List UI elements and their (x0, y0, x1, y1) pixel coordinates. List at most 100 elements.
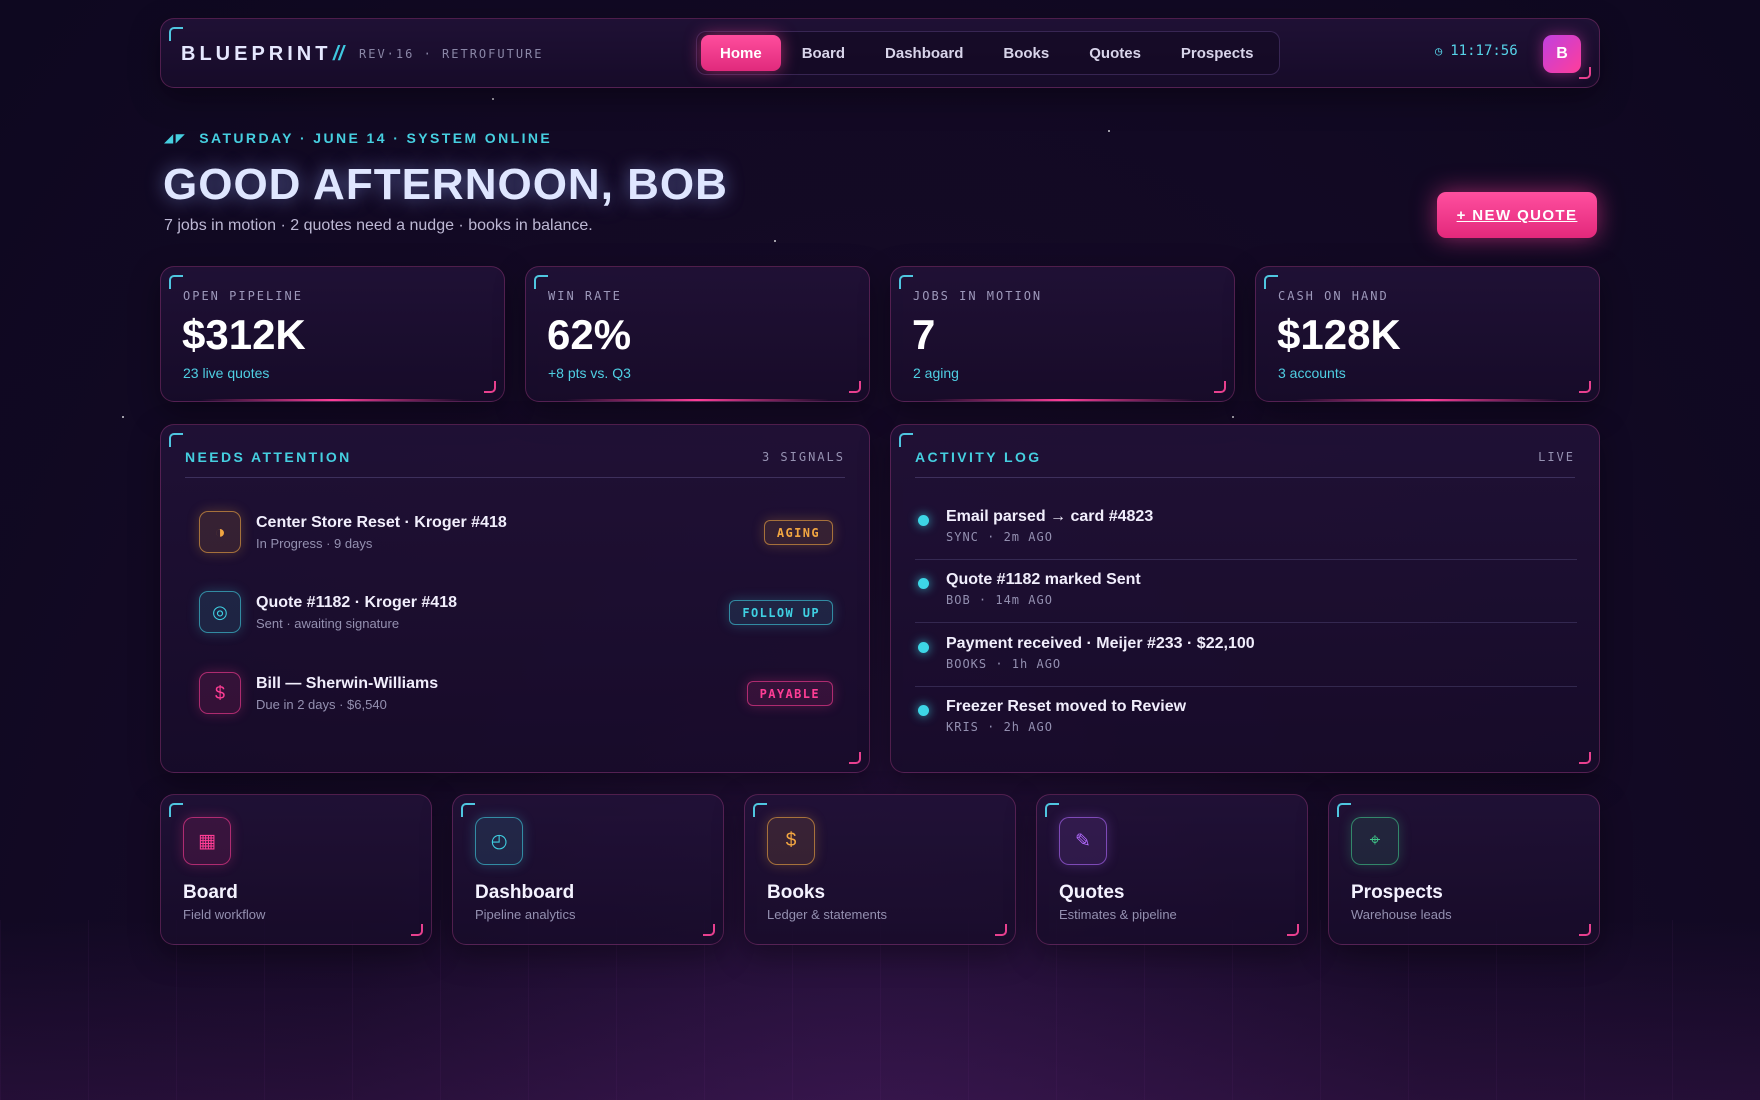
board-grid-icon: ▦ (183, 817, 231, 865)
attention-item[interactable]: $ Bill — Sherwin-Williams Due in 2 days … (199, 671, 833, 715)
dashboard-gauge-icon: ◴ (475, 817, 523, 865)
attention-item-subtitle: In Progress · 9 days (256, 536, 373, 551)
activity-item[interactable]: Email parsed → card #4823 SYNC · 2m AGO (915, 497, 1577, 560)
kpi-card-jobs-in-motion: JOBS IN MOTION 7 2 aging (890, 266, 1235, 402)
corner-accent (849, 381, 861, 393)
corner-accent (1579, 67, 1591, 79)
nav-home[interactable]: Home (701, 35, 781, 71)
activity-title: Payment received · Meijer #233 · $22,100 (946, 635, 1255, 652)
activity-meta: BOOKS · 1h AGO (946, 657, 1062, 671)
tile-subtitle: Ledger & statements (767, 907, 887, 922)
status-dot-icon (918, 578, 929, 589)
new-quote-button[interactable]: + NEW QUOTE (1437, 192, 1597, 238)
nav-books[interactable]: Books (984, 35, 1068, 71)
corner-accent (1579, 924, 1591, 936)
activity-title: Email parsed → card #4823 (946, 508, 1154, 525)
activity-item[interactable]: Payment received · Meijer #233 · $22,100… (915, 624, 1577, 687)
kpi-value: $128K (1277, 311, 1401, 358)
activity-meta: BOB · 14m AGO (946, 593, 1053, 607)
kpi-value: $312K (182, 311, 306, 358)
tile-board[interactable]: ▦ Board Field workflow (160, 794, 432, 945)
top-navbar: BLUEPRINT // REV·16 · RETROFUTURE Home B… (160, 18, 1600, 88)
status-badge: FOLLOW UP (729, 600, 833, 625)
kpi-glow-line (566, 399, 829, 401)
status-badge: AGING (763, 520, 833, 545)
corner-accent (1287, 924, 1299, 936)
nav-quotes[interactable]: Quotes (1070, 35, 1160, 71)
background-star (1108, 130, 1110, 132)
dateline-text: SATURDAY · JUNE 14 · SYSTEM ONLINE (199, 130, 553, 146)
page-subtitle: 7 jobs in motion · 2 quotes need a nudge… (164, 217, 593, 234)
corner-accent (995, 924, 1007, 936)
nav-prospects[interactable]: Prospects (1162, 35, 1273, 71)
attention-item-subtitle: Due in 2 days · $6,540 (256, 697, 387, 712)
attention-item[interactable]: ◎ Quote #1182 · Kroger #418 Sent · await… (199, 590, 833, 634)
tile-subtitle: Pipeline analytics (475, 907, 576, 922)
attention-item-title: Bill — Sherwin-Williams (256, 675, 439, 692)
kpi-subtext: 3 accounts (1278, 365, 1346, 381)
activity-item[interactable]: Quote #1182 marked Sent BOB · 14m AGO (915, 560, 1577, 623)
kpi-subtext: +8 pts vs. Q3 (548, 365, 631, 381)
system-clock: ◷ 11:17:56 (1435, 43, 1518, 59)
attention-item[interactable]: ◑ Center Store Reset · Kroger #418 In Pr… (199, 510, 833, 554)
tile-books[interactable]: $ Books Ledger & statements (744, 794, 1016, 945)
kpi-glow-line (1296, 399, 1559, 401)
corner-accent (534, 275, 548, 289)
background-star (774, 240, 776, 242)
corner-accent (461, 803, 475, 817)
corner-accent (753, 803, 767, 817)
attention-item-title: Center Store Reset · Kroger #418 (256, 514, 507, 531)
corner-accent (1337, 803, 1351, 817)
brand-slash: // (333, 43, 345, 65)
dateline: ◢◤ SATURDAY · JUNE 14 · SYSTEM ONLINE (164, 130, 552, 146)
tile-prospects[interactable]: ⌖ Prospects Warehouse leads (1328, 794, 1600, 945)
live-indicator: LIVE (1538, 450, 1575, 464)
user-avatar[interactable]: B (1543, 35, 1581, 73)
activity-meta: SYNC · 2m AGO (946, 530, 1053, 544)
background-grid-floor (0, 920, 1760, 1100)
kpi-glow-line (931, 399, 1194, 401)
tile-quotes[interactable]: ✎ Quotes Estimates & pipeline (1036, 794, 1308, 945)
tile-subtitle: Field workflow (183, 907, 266, 922)
nav-dashboard[interactable]: Dashboard (866, 35, 982, 71)
status-dot-icon (918, 515, 929, 526)
clock-icon: ◷ (1435, 44, 1443, 58)
activity-item[interactable]: Freezer Reset moved to Review KRIS · 2h … (915, 687, 1577, 750)
tile-subtitle: Warehouse leads (1351, 907, 1452, 922)
corner-accent (703, 924, 715, 936)
kpi-value: 62% (547, 311, 632, 358)
corner-accent (849, 752, 861, 764)
kpi-glow-line (201, 399, 464, 401)
activity-title: Freezer Reset moved to Review (946, 698, 1187, 715)
brand-logo[interactable]: BLUEPRINT (181, 43, 331, 66)
divider (915, 477, 1575, 478)
main-nav: Home Board Dashboard Books Quotes Prospe… (696, 31, 1280, 75)
divider (185, 477, 845, 478)
corner-accent (1579, 381, 1591, 393)
nav-board[interactable]: Board (783, 35, 864, 71)
prospects-crosshair-icon: ⌖ (1351, 817, 1399, 865)
corner-accent (169, 433, 183, 447)
tile-title: Prospects (1351, 882, 1443, 903)
kpi-label: CASH ON HAND (1278, 289, 1389, 303)
background-star (122, 416, 124, 418)
activity-log-panel: ACTIVITY LOG LIVE Email parsed → card #4… (890, 424, 1600, 773)
kpi-subtext: 2 aging (913, 365, 959, 381)
activity-title: Quote #1182 marked Sent (946, 571, 1141, 588)
section-title: NEEDS ATTENTION (185, 449, 352, 465)
tile-dashboard[interactable]: ◴ Dashboard Pipeline analytics (452, 794, 724, 945)
status-dot-icon (918, 642, 929, 653)
corner-accent (1045, 803, 1059, 817)
half-circle-icon: ◑ (199, 511, 241, 553)
activity-meta: KRIS · 2h AGO (946, 720, 1053, 734)
kpi-subtext: 23 live quotes (183, 365, 270, 381)
corner-accent (899, 433, 913, 447)
page-title: GOOD AFTERNOON, BOB (163, 160, 728, 209)
tile-title: Board (183, 882, 238, 903)
books-dollar-icon: $ (767, 817, 815, 865)
tile-subtitle: Estimates & pipeline (1059, 907, 1177, 922)
tile-title: Books (767, 882, 826, 903)
kpi-card-win-rate: WIN RATE 62% +8 pts vs. Q3 (525, 266, 870, 402)
attention-item-subtitle: Sent · awaiting signature (256, 616, 400, 631)
corner-accent (411, 924, 423, 936)
